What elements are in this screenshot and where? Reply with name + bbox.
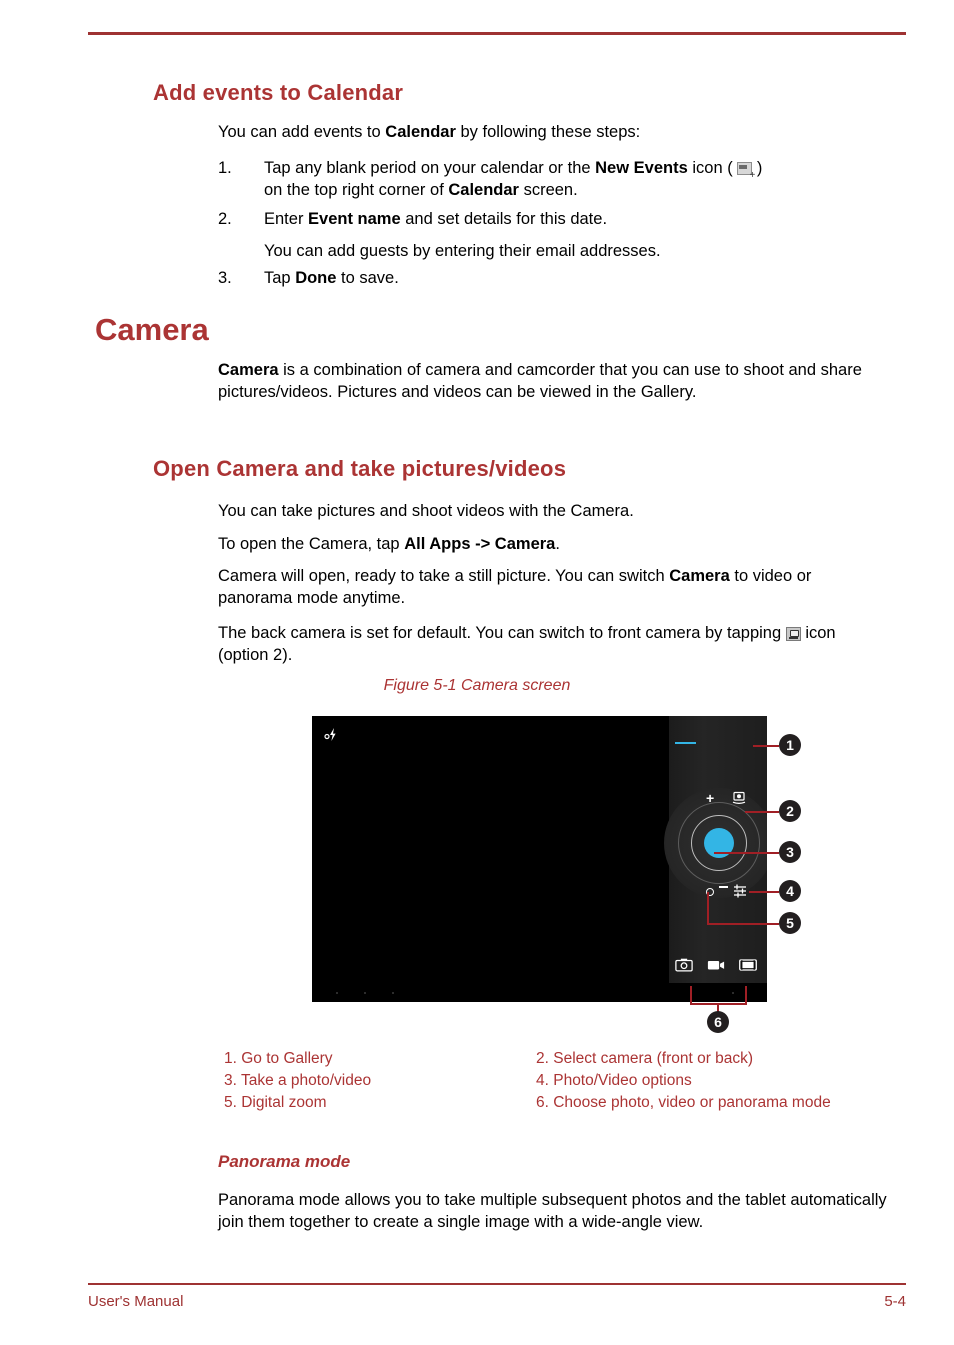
step-2-bold-event-name: Event name — [308, 210, 401, 228]
nav-back-dot[interactable] — [336, 992, 338, 994]
step-2-part2: and set details for this date. — [400, 210, 608, 228]
calendar-intro-pre: You can add events to — [218, 123, 386, 141]
step-1-bold-calendar: Calendar — [448, 180, 519, 199]
flash-off-icon — [324, 728, 336, 741]
camera-paragraph-1: You can take pictures and shoot videos w… — [218, 502, 634, 520]
leader-line-2 — [745, 811, 779, 813]
camera-mode-bar — [669, 952, 767, 983]
camera-viewfinder — [312, 716, 669, 983]
step-2-text: Enter Event name and set details for thi… — [264, 209, 898, 231]
step-3-bold-done: Done — [295, 269, 337, 287]
figure-camera-screen: + — [312, 716, 767, 1002]
leader-line-5 — [707, 923, 779, 925]
camera-paragraph-3: Camera will open, ready to take a still … — [218, 566, 890, 609]
legend-item-5: 5. Digital zoom — [224, 1094, 327, 1111]
legend-row: 1. Go to Gallery 2. Select camera (front… — [224, 1048, 904, 1070]
step-1-bold-new-events: New Events — [595, 159, 688, 177]
list-item-step-1: 1. Tap any blank period on your calendar… — [218, 158, 898, 201]
step-2-number: 2. — [218, 210, 232, 228]
legend-item-6: 6. Choose photo, video or panorama mode — [536, 1094, 831, 1111]
android-navigation-bar — [312, 983, 767, 1002]
calendar-intro-post: by following these steps: — [455, 123, 641, 141]
step-2-part1: Enter — [264, 210, 309, 228]
camera-p2-bold-allapps: All Apps -> Camera — [404, 535, 556, 553]
callout-badge-5: 5 — [779, 912, 801, 934]
new-events-icon — [737, 162, 755, 181]
switch-camera-icon — [785, 627, 801, 641]
figure-legend: 1. Go to Gallery 2. Select camera (front… — [224, 1048, 904, 1114]
calendar-intro-paragraph: You can add events to Calendar by follow… — [218, 122, 890, 144]
legend-item-3: 3. Take a photo/video — [224, 1072, 372, 1089]
camera-p2-post: . — [555, 535, 560, 553]
step-3-part1: Tap — [264, 269, 296, 287]
step-1-number: 1. — [218, 159, 232, 177]
photo-mode-selected-indicator — [675, 742, 696, 744]
callout-badge-2: 2 — [779, 800, 801, 822]
video-mode-icon[interactable] — [707, 957, 725, 973]
zoom-minus-label — [719, 886, 728, 888]
camera-p2-pre: To open the Camera, tap — [218, 535, 405, 553]
footer-rule — [88, 1283, 906, 1285]
figure-caption: Figure 5-1 Camera screen — [383, 677, 571, 694]
callout-badge-4: 4 — [779, 880, 801, 902]
legend-item-2: 2. Select camera (front or back) — [536, 1050, 754, 1067]
step-3-number: 3. — [218, 269, 232, 287]
photo-mode-icon[interactable] — [675, 957, 693, 973]
camera-intro-paragraph: Camera is a combination of camera and ca… — [218, 360, 890, 403]
legend-item-1: 1. Go to Gallery — [224, 1050, 333, 1067]
footer-manual-label: User's Manual — [88, 1293, 184, 1310]
legend-row: 3. Take a photo/video 4. Photo/Video opt… — [224, 1070, 904, 1092]
leader-line-3 — [714, 852, 779, 854]
leader-line-6-right — [745, 986, 747, 1004]
calendar-guests-note: You can add guests by entering their ema… — [264, 242, 661, 260]
callout-badge-3: 3 — [779, 841, 801, 863]
heading-panorama-mode: Panorama mode — [218, 1152, 351, 1171]
nav-status-dot — [732, 992, 734, 994]
step-3-text: Tap Done to save. — [264, 268, 898, 290]
step-1-part2: icon ( — [687, 159, 738, 177]
list-item-step-2: 2. Enter Event name and set details for … — [218, 209, 898, 231]
panorama-mode-icon[interactable] — [739, 957, 757, 973]
switch-camera-icon[interactable] — [731, 789, 747, 805]
page-footer: User's Manual 5-4 — [88, 1293, 906, 1310]
leader-line-1 — [753, 745, 779, 747]
nav-home-dot[interactable] — [364, 992, 366, 994]
step-3-part2: to save. — [336, 269, 399, 287]
callout-badge-1: 1 — [779, 734, 801, 756]
step-1-part1: Tap any blank period on your calendar or… — [264, 159, 596, 177]
nav-recents-dot[interactable] — [392, 992, 394, 994]
list-item-step-3: 3. Tap Done to save. — [218, 268, 898, 290]
footer-page-number: 5-4 — [884, 1293, 906, 1310]
leader-line-4 — [749, 891, 779, 893]
leader-line-6-left — [690, 986, 692, 1004]
heading-camera: Camera — [95, 312, 209, 347]
leader-line-5-vertical — [707, 892, 709, 924]
camera-intro-bold: Camera — [218, 361, 279, 379]
legend-row: 5. Digital zoom 6. Choose photo, video o… — [224, 1092, 904, 1114]
photo-video-options-icon[interactable] — [732, 883, 748, 899]
legend-item-4: 4. Photo/Video options — [536, 1072, 692, 1089]
camera-p4-pre: The back camera is set for default. You … — [218, 624, 786, 642]
camera-paragraph-2: To open the Camera, tap All Apps -> Came… — [218, 534, 890, 556]
step-1-line2-pre: on the top right corner of — [264, 180, 449, 199]
step-1-text: Tap any blank period on your calendar or… — [264, 158, 898, 201]
callout-badge-6: 6 — [707, 1011, 729, 1033]
header-rule — [88, 32, 906, 35]
calendar-intro-bold: Calendar — [385, 123, 456, 141]
camera-intro-rest: is a combination of camera and camcorder… — [218, 361, 862, 401]
camera-paragraph-4: The back camera is set for default. You … — [218, 623, 890, 666]
manual-page: Add events to Calendar You can add event… — [0, 0, 954, 1345]
heading-open-camera: Open Camera and take pictures/videos — [153, 456, 567, 481]
panorama-paragraph: Panorama mode allows you to take multipl… — [218, 1191, 887, 1231]
camera-p3-bold-camera: Camera — [669, 567, 730, 585]
camera-p3-pre: Camera will open, ready to take a still … — [218, 567, 670, 585]
step-1-line2-post: screen. — [518, 180, 578, 199]
heading-add-events-to-calendar: Add events to Calendar — [153, 80, 404, 105]
zoom-plus-label: + — [706, 790, 715, 806]
